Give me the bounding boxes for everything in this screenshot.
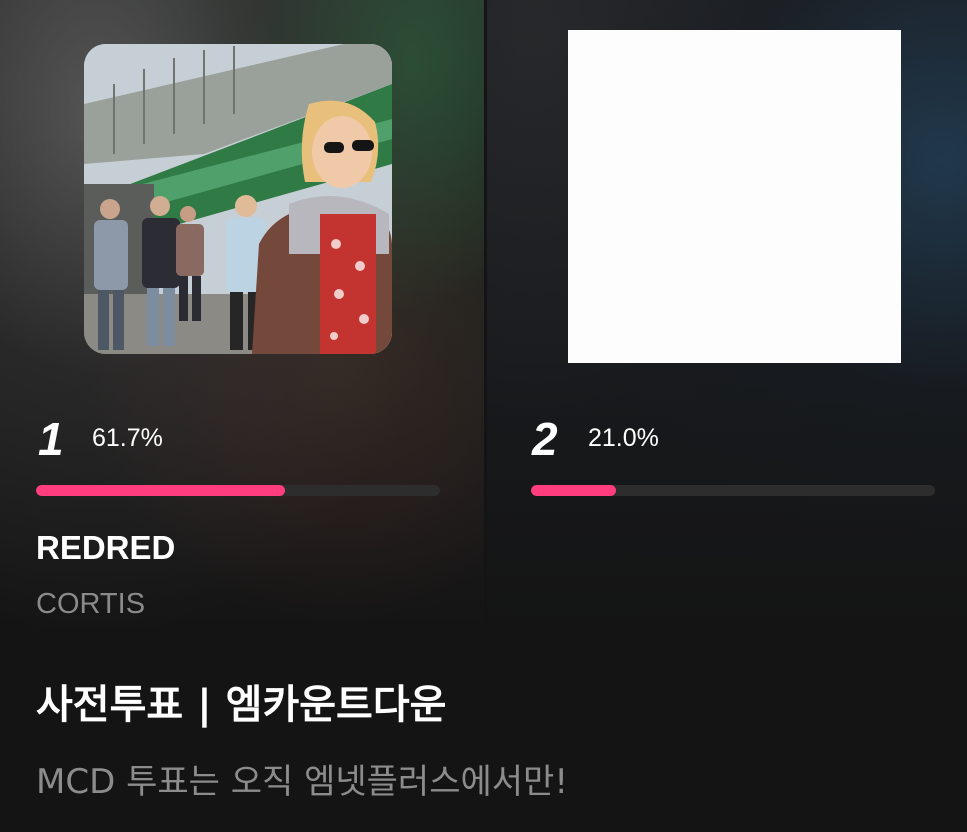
entry-2-rank: 2 [532,413,558,465]
entry-2-progress-fill [531,485,616,496]
card-divider [484,0,487,470]
entry-2-album-art[interactable] [568,30,901,363]
entry-2-progress-bar [531,485,935,496]
section-title: 사전투표 | 엠카운트다운 [36,682,447,728]
entry-1-progress-fill [36,485,286,496]
vote-ranking-screen: 1 61.7% 2 21.0% REDRED CORTIS 사전투표 | 엠카운… [0,0,967,832]
entry-2-percent: 21.0% [588,424,659,452]
entry-1-album-art[interactable] [84,44,392,354]
entry-1-artist-name[interactable]: CORTIS [36,586,145,622]
entry-1-rank: 1 [38,413,64,465]
album-photo-image [84,44,392,354]
entry-1-percent: 61.7% [92,424,163,452]
section-subtitle: MCD 투표는 오직 엠넷플러스에서만! [36,762,568,802]
entry-1-song-title[interactable]: REDRED [36,528,175,568]
entry-1-progress-bar [36,485,440,496]
